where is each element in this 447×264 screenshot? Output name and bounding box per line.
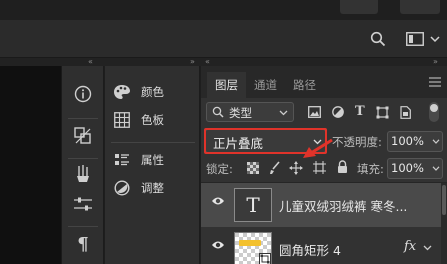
panel-item-label: 调整 <box>141 181 164 195</box>
image-filter-icon[interactable] <box>308 106 321 118</box>
shape-layer-thumbnail <box>234 232 272 264</box>
adjustment-filter-icon[interactable] <box>332 106 344 118</box>
swatches-icon <box>113 111 131 129</box>
lock-label: 锁定: <box>206 162 233 176</box>
fill-input[interactable]: 100% <box>387 158 443 179</box>
eye-visibility-icon[interactable] <box>211 196 225 206</box>
shape-filter-icon[interactable] <box>376 106 389 119</box>
panel-collapse-strip: « » « » <box>0 58 447 66</box>
layer-row[interactable]: 圆角矩形 4 fx <box>201 227 447 264</box>
lock-pixels-icon[interactable] <box>269 161 281 175</box>
tab-channels[interactable]: 通道 <box>246 72 285 98</box>
collapse-left-icon[interactable]: « <box>88 58 93 66</box>
panel-item-color[interactable]: 颜色 <box>113 81 164 103</box>
type-filter-icon[interactable]: T <box>355 104 365 119</box>
filter-kind-label: 类型 <box>229 106 252 120</box>
chevron-down-icon <box>279 110 288 116</box>
layer-row[interactable]: T 儿童双绒羽绒裤 寒冬... <box>201 183 447 227</box>
panel-menu-icon[interactable] <box>429 77 441 87</box>
smart-object-filter-icon[interactable] <box>399 106 411 119</box>
opacity-input[interactable]: 100% <box>387 131 443 152</box>
layer-name: 儿童双绒羽绒裤 寒冬... <box>279 199 408 214</box>
palette-icon <box>113 83 131 101</box>
icon-dock: ¶ <box>62 66 104 264</box>
layer-name: 圆角矩形 4 <box>279 243 341 258</box>
paragraph-icon[interactable]: ¶ <box>62 226 104 262</box>
options-bar <box>0 20 447 58</box>
panel-item-swatches[interactable]: 色板 <box>113 109 164 131</box>
panel-item-label: 颜色 <box>141 85 164 99</box>
opacity-value: 100% <box>391 134 424 148</box>
panel-item-properties[interactable]: 属性 <box>113 149 164 171</box>
divider <box>111 142 195 143</box>
expand-right-icon[interactable]: » <box>433 58 438 66</box>
filter-kind-select[interactable]: 类型 <box>206 102 294 122</box>
info-icon[interactable] <box>62 76 104 112</box>
adjust-sliders-icon[interactable] <box>62 186 104 222</box>
lock-all-icon[interactable] <box>337 160 348 174</box>
filter-toggle-switch[interactable] <box>429 102 439 122</box>
expand-right-icon[interactable]: » <box>190 58 195 66</box>
eye-visibility-icon[interactable] <box>211 240 225 250</box>
tab-paths[interactable]: 路径 <box>285 72 324 98</box>
panel-item-label: 属性 <box>141 153 164 167</box>
chevron-down-icon <box>432 139 440 144</box>
thumbnail-type-glyph: T <box>246 193 260 217</box>
chevron-down-icon <box>432 166 440 171</box>
panel-list: 颜色 色板 属性 调整 <box>105 66 200 264</box>
search-icon[interactable] <box>370 31 386 47</box>
adjustments-icon <box>113 179 131 197</box>
fill-value: 100% <box>391 161 424 175</box>
collapse-left-icon[interactable]: « <box>205 58 210 66</box>
window-control-button[interactable] <box>400 0 440 14</box>
window-titlebar <box>0 0 447 20</box>
window-control-button[interactable] <box>340 0 378 14</box>
document-canvas[interactable] <box>0 66 62 264</box>
panel-tab-bar: 图层 通道 路径 <box>201 66 447 98</box>
shape-badge-icon <box>259 253 271 264</box>
annotation-arrow-icon <box>299 138 335 160</box>
fx-effects-icon[interactable]: fx <box>404 239 416 254</box>
layers-panel: 图层 通道 路径 类型 T 正片叠底 不透明度: 100% 锁定: 填充: 10… <box>201 66 447 264</box>
lock-transparent-icon[interactable] <box>247 162 259 174</box>
panel-item-label: 色板 <box>141 113 164 127</box>
fill-label: 填充: <box>357 162 384 176</box>
layers-scrollbar[interactable] <box>441 183 447 264</box>
text-layer-thumbnail: T <box>234 188 272 222</box>
properties-icon <box>113 151 131 169</box>
panel-item-adjustments[interactable]: 调整 <box>113 177 164 199</box>
search-icon <box>212 106 224 118</box>
tab-layers[interactable]: 图层 <box>207 72 246 98</box>
chevron-down-icon[interactable] <box>430 36 440 43</box>
chevron-down-icon[interactable] <box>423 245 432 251</box>
opacity-label: 不透明度: <box>332 135 382 149</box>
transform-icon[interactable] <box>62 118 104 154</box>
lock-position-icon[interactable] <box>289 161 303 175</box>
lock-artboard-icon[interactable] <box>313 161 326 174</box>
workspace-icon[interactable] <box>406 32 424 46</box>
